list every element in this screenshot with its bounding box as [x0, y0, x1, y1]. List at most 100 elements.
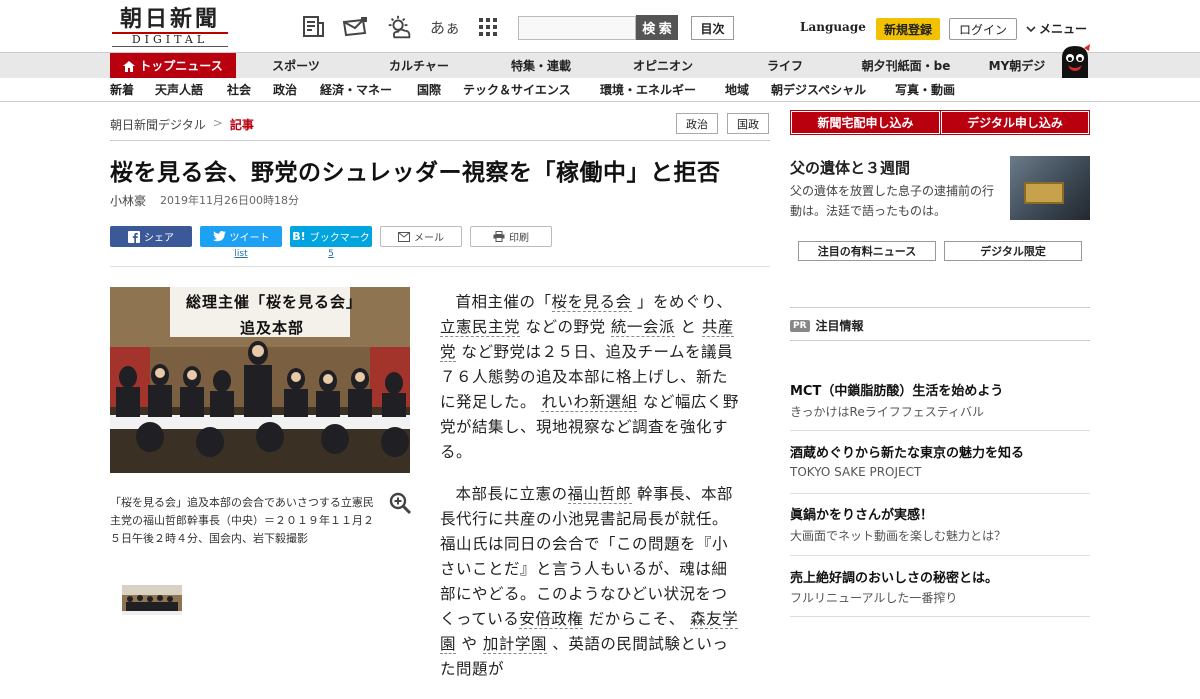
keyword-link[interactable]: 安倍政権 [519, 610, 584, 629]
digital-subscribe-button[interactable]: デジタル申し込み [940, 110, 1090, 135]
nav2-item-latest[interactable]: 新着 [110, 78, 134, 102]
pr-item-sub[interactable]: きっかけはReライフフェスティバル [790, 403, 984, 420]
weather-icon[interactable] [385, 13, 413, 41]
print-button[interactable]: 印刷 [470, 226, 552, 247]
body-text: 首相主催の「 [455, 293, 552, 311]
register-button[interactable]: 新規登録 [876, 18, 940, 40]
pr-item-sub[interactable]: 大画面でネット動画を楽しむ魅力とは？ [790, 527, 1006, 544]
body-text: や [461, 635, 478, 653]
keyword-link[interactable]: 統一会派 [610, 318, 675, 337]
site-logo[interactable]: 朝日新聞 DIGITAL [112, 6, 228, 47]
article-photo[interactable]: 総理主催「桜を見る会」 追及本部 [110, 287, 410, 473]
facebook-share-button[interactable]: シェア [110, 226, 192, 247]
nav2-item-environment[interactable]: 環境・エネルギー [600, 78, 696, 102]
twitter-icon [212, 231, 226, 242]
pr-item-sub[interactable]: TOKYO SAKE PROJECT [790, 465, 921, 479]
court-sign-shape [1024, 182, 1064, 204]
twitter-share-button[interactable]: ツイート [200, 226, 282, 247]
photo-banner-text: 追及本部 [240, 319, 305, 337]
nav-item-life[interactable]: ライフ [735, 53, 835, 79]
nav2-item-tech-science[interactable]: テック＆サイエンス [463, 78, 571, 102]
login-button[interactable]: ログイン [949, 18, 1017, 40]
pr-item-title[interactable]: 酒蔵めぐりから新たな東京の魅力を知る [790, 442, 1024, 461]
nav2-item-economy[interactable]: 経済・マネー [320, 78, 392, 102]
nav-item-opinion[interactable]: オピニオン [613, 53, 713, 79]
pr-item-title[interactable]: 売上絶好調のおいしさの秘密とは。 [790, 567, 998, 586]
nav-item-label: トップニュース [139, 59, 223, 73]
nav2-item-politics[interactable]: 政治 [273, 78, 297, 102]
nav2-item-special[interactable]: 朝デジスペシャル [771, 78, 866, 102]
print-label: 印刷 [509, 233, 529, 244]
top-bar: 朝日新聞 DIGITAL あぁ 検 索 目次 Language 新規登録 ログイ… [0, 0, 1200, 52]
tab-paid-news[interactable]: 注目の有料ニュース [798, 241, 936, 261]
nav2-item-region[interactable]: 地域 [725, 78, 749, 102]
twitter-share-label: ツイート [229, 233, 270, 244]
nav2-item-society[interactable]: 社会 [227, 78, 251, 102]
nav-item-sports[interactable]: スポーツ [246, 53, 346, 79]
nav-item-my-asadigi[interactable]: MY朝デジ [975, 53, 1059, 79]
article-headline: 桜を見る会、野党のシュレッダー視察を「稼働中」と拒否 [110, 160, 721, 186]
facebook-icon [128, 230, 140, 243]
tag-politics[interactable]: 政治 [676, 113, 718, 134]
keyword-link[interactable]: 福山哲郎 [567, 485, 632, 504]
breadcrumb-separator: > [212, 116, 223, 130]
featured-title[interactable]: 父の遺体と３週間 [790, 157, 910, 178]
menu-button[interactable]: メニュー [1026, 20, 1087, 37]
body-text: 本部長に立憲の [455, 485, 568, 503]
mascot-icon[interactable] [1058, 44, 1092, 80]
nav-item-features[interactable]: 特集・連載 [491, 53, 591, 79]
nav-item-top-news[interactable]: トップニュース [110, 53, 236, 79]
article-paragraph: 首相主催の「桜を見る会 」をめぐり、立憲民主党 などの野党 統一会派 と 共産党… [440, 290, 740, 465]
pr-item-title[interactable]: 眞鍋かをりさんが実感！ [790, 504, 933, 523]
twitter-list-link[interactable]: list [200, 249, 282, 259]
hatena-icon: B! [292, 230, 306, 243]
language-link[interactable]: Language [800, 20, 866, 34]
nav-item-culture[interactable]: カルチャー [369, 53, 469, 79]
tag-national-politics[interactable]: 国政 [727, 113, 769, 134]
mail-icon [398, 231, 410, 242]
breadcrumb-home[interactable]: 朝日新聞デジタル [110, 116, 206, 133]
nav-item-paper[interactable]: 朝夕刊紙面・be [848, 53, 964, 79]
mail-bag-icon[interactable] [341, 13, 369, 41]
hatena-bookmark-count[interactable]: 5 [290, 249, 372, 259]
keyword-link[interactable]: れいわ新選組 [541, 393, 638, 412]
logo-sub-text: DIGITAL [112, 32, 228, 47]
logo-main-text: 朝日新聞 [119, 6, 220, 32]
keyword-link[interactable]: 立憲民主党 [440, 318, 521, 337]
facebook-share-label: シェア [144, 233, 174, 244]
divider [790, 616, 1090, 617]
primary-nav: トップニュース スポーツ カルチャー 特集・連載 オピニオン ライフ 朝夕刊紙面… [0, 44, 1200, 80]
zoom-icon[interactable] [388, 491, 412, 515]
article-body: 首相主催の「桜を見る会 」をめぐり、立憲民主党 などの野党 統一会派 と 共産党… [440, 290, 740, 699]
body-text: と [680, 318, 697, 336]
pr-item-sub[interactable]: フルリニューアルした一番搾り [790, 589, 957, 606]
mail-share-button[interactable]: メール [380, 226, 462, 247]
toc-button[interactable]: 目次 [691, 16, 734, 40]
hatena-bookmark-button[interactable]: B! ブックマーク [290, 226, 372, 247]
text-size-icon[interactable]: あぁ [430, 13, 460, 41]
tab-digital-only[interactable]: デジタル限定 [944, 241, 1082, 261]
grid-icon[interactable] [474, 13, 502, 41]
search-input[interactable] [518, 16, 636, 40]
article-paragraph: 本部長に立憲の福山哲郎 幹事長、本部長代行に共産の小池晃書記局長が就任。福山氏は… [440, 482, 740, 682]
breadcrumb: 朝日新聞デジタル > 記事 [110, 116, 254, 133]
divider [790, 555, 1090, 556]
divider [110, 266, 770, 267]
body-text: 幹事長、本部長代行に共産の小池晃書記局長が就任。福山氏は同日の会合で「この問題を… [440, 485, 733, 628]
paper-icon[interactable] [300, 13, 328, 41]
photo-thumbnail[interactable] [122, 585, 182, 615]
publish-date: 2019年11月26日00時18分 [160, 194, 299, 207]
pr-item-title[interactable]: MCT（中鎖脂肪酸）生活を始めよう [790, 380, 1003, 399]
featured-image[interactable] [1010, 156, 1090, 220]
search-button[interactable]: 検 索 [636, 15, 678, 40]
newspaper-delivery-button[interactable]: 新聞宅配申し込み [790, 110, 941, 135]
keyword-link[interactable]: 桜を見る会 [551, 293, 632, 312]
author[interactable]: 小林豪 [110, 192, 146, 209]
divider [790, 307, 1090, 308]
printer-icon [493, 231, 505, 242]
nav2-item-international[interactable]: 国際 [417, 78, 441, 102]
nav2-item-tenseijingo[interactable]: 天声人語 [155, 78, 203, 102]
menu-label: メニュー [1039, 22, 1088, 36]
nav2-item-photo-video[interactable]: 写真・動画 [895, 78, 955, 102]
keyword-link[interactable]: 加計学園 [482, 635, 547, 654]
